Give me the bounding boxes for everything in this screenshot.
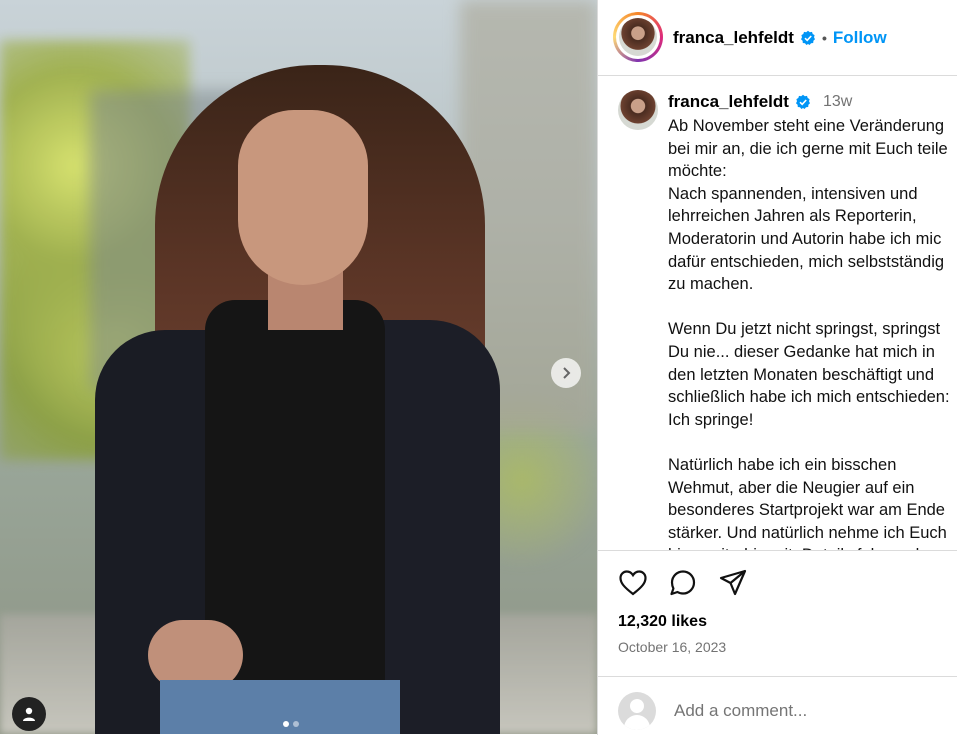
post-details-panel: franca_lehfeldt • Follow franca_lehfeldt… [597, 0, 957, 735]
caption-section: franca_lehfeldt 13w Ab November steht ei… [597, 76, 957, 550]
heart-icon[interactable] [618, 568, 648, 598]
actions-section: 12,320 likes October 16, 2023 [597, 550, 957, 735]
person-jeans [160, 680, 400, 734]
post-header: franca_lehfeldt • Follow [597, 0, 957, 76]
post-time[interactable]: 13w [823, 93, 852, 111]
carousel-next-button[interactable] [551, 358, 581, 388]
story-avatar[interactable] [613, 12, 663, 62]
comment-composer [598, 676, 957, 736]
avatar-ring-inner [616, 15, 660, 59]
header-username[interactable]: franca_lehfeldt [673, 28, 794, 48]
viewer-avatar [618, 692, 656, 730]
comment-input[interactable] [674, 701, 904, 721]
caption-header: franca_lehfeldt 13w [668, 92, 852, 112]
follow-button[interactable]: Follow [833, 28, 887, 48]
avatar-head-shape [630, 699, 644, 713]
post-date: October 16, 2023 [618, 639, 727, 655]
send-icon[interactable] [718, 568, 748, 598]
likes-count[interactable]: 12,320 likes [618, 613, 707, 631]
user-tag-button[interactable] [12, 697, 46, 731]
caption-avatar[interactable] [618, 90, 658, 130]
avatar [619, 18, 657, 56]
carousel-dot [293, 721, 299, 727]
verified-badge-icon [795, 94, 810, 109]
carousel-indicator [283, 721, 299, 727]
person-face [238, 110, 368, 285]
avatar-body-shape [624, 715, 650, 730]
comment-icon[interactable] [668, 568, 698, 598]
chevron-right-icon [563, 367, 571, 379]
user-tag-icon [23, 707, 35, 721]
separator-dot: • [821, 30, 827, 46]
caption-text: Ab November steht eine Veränderung bei m… [668, 117, 950, 550]
caption-username[interactable]: franca_lehfeldt [668, 92, 789, 112]
verified-badge-icon [800, 30, 815, 45]
post-image[interactable] [0, 0, 597, 734]
carousel-dot-active [283, 721, 289, 727]
header-user: franca_lehfeldt • Follow [673, 28, 887, 48]
